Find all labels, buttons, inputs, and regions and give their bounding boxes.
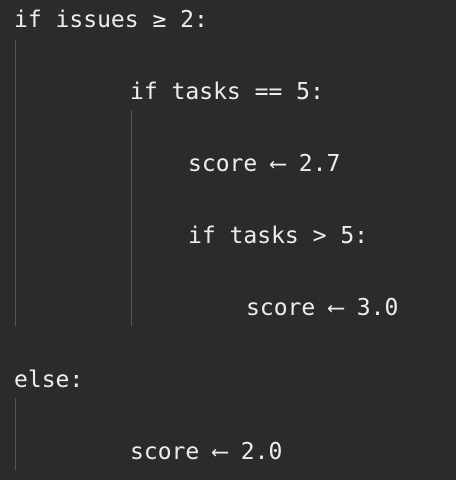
code-line-score-assign: score ⟵ 2.7 — [188, 151, 341, 177]
code-line-else: else: — [14, 367, 84, 393]
indent-guide — [15, 398, 16, 470]
code-line-if-tasks-equals: if tasks == 5: — [130, 79, 324, 105]
indent-guide — [15, 40, 16, 326]
code-line-score-assign: score ⟵ 2.0 — [130, 439, 283, 465]
code-line-if-issues: if issues ≥ 2: — [14, 7, 208, 33]
indent-guide — [131, 110, 132, 326]
code-editor: if issues ≥ 2: if tasks == 5: score ⟵ 2.… — [0, 0, 456, 480]
code-line-if-tasks-greater: if tasks > 5: — [188, 223, 369, 249]
code-line-score-assign: score ⟵ 3.0 — [246, 295, 399, 321]
